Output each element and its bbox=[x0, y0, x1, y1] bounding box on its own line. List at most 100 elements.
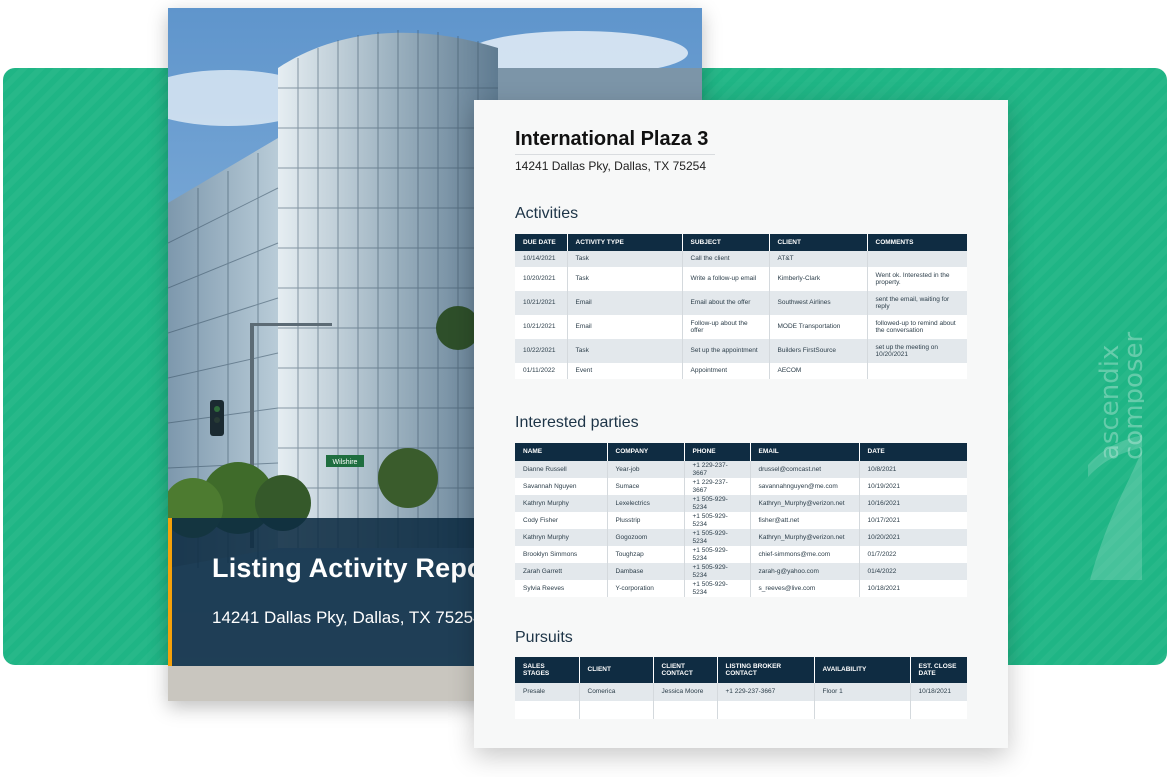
column-header: DUE DATE bbox=[515, 234, 568, 251]
report-page: International Plaza 3 14241 Dallas Pky, … bbox=[474, 100, 1008, 748]
table-row: Sylvia Reeves Y-corporation +1 505-929-5… bbox=[515, 580, 967, 597]
column-header: EMAIL bbox=[750, 443, 860, 461]
table-cell: Savannah Nguyen bbox=[515, 478, 608, 495]
cover-address: 14241 Dallas Pky, Dallas, TX 75254 bbox=[212, 608, 483, 627]
table-row: 10/20/2021 Task Write a follow-up email … bbox=[515, 267, 967, 291]
cover-accent-bar bbox=[168, 518, 172, 666]
table-cell: chief-simmons@me.com bbox=[750, 546, 860, 563]
table-cell: Builders FirstSource bbox=[769, 339, 868, 363]
column-header: NAME bbox=[515, 443, 608, 461]
table-cell: 10/21/2021 bbox=[515, 315, 568, 339]
table-cell: zarah-g@yahoo.com bbox=[750, 563, 860, 580]
activities-table: DUE DATE ACTIVITY TYPE SUBJECT CLIENT CO… bbox=[515, 234, 967, 379]
table-cell: 01/11/2022 bbox=[515, 363, 568, 379]
table-cell: 10/20/2021 bbox=[859, 529, 967, 546]
brand-line-2: composer bbox=[1119, 332, 1144, 460]
table-cell bbox=[653, 701, 718, 719]
table-cell: Event bbox=[567, 363, 683, 379]
table-header-row: NAME COMPANY PHONE EMAIL DATE bbox=[515, 443, 967, 461]
property-address: 14241 Dallas Pky, Dallas, TX 75254 bbox=[515, 159, 706, 173]
table-cell: s_reeves@live.com bbox=[750, 580, 860, 597]
table-cell: +1 505-929-5234 bbox=[684, 580, 751, 597]
table-cell: 01/4/2022 bbox=[859, 563, 967, 580]
table-cell: Jessica Moore bbox=[653, 683, 718, 701]
table-cell: 10/20/2021 bbox=[515, 267, 568, 291]
table-cell: Set up the appointment bbox=[682, 339, 770, 363]
table-cell: followed-up to remind about the conversa… bbox=[867, 315, 967, 339]
table-cell: 10/14/2021 bbox=[515, 251, 568, 267]
brand-logo: ascendix composer bbox=[1088, 332, 1144, 580]
table-cell: +1 505-929-5234 bbox=[684, 563, 751, 580]
table-cell: +1 505-929-5234 bbox=[684, 529, 751, 546]
table-cell: Zarah Garrett bbox=[515, 563, 608, 580]
table-cell: sent the email, waiting for reply bbox=[867, 291, 967, 315]
table-cell: Lexelectrics bbox=[607, 495, 685, 512]
cover-title: Listing Activity Report bbox=[212, 553, 504, 583]
table-cell: MODE Transportation bbox=[769, 315, 868, 339]
table-cell bbox=[579, 701, 654, 719]
table-cell: Email about the offer bbox=[682, 291, 770, 315]
table-row: Savannah Nguyen Sumace +1 229-237-3667 s… bbox=[515, 478, 967, 495]
table-cell: Kathryn Murphy bbox=[515, 495, 608, 512]
table-cell: Follow-up about the offer bbox=[682, 315, 770, 339]
table-row: 10/22/2021 Task Set up the appointment B… bbox=[515, 339, 967, 363]
table-cell: Kathryn_Murphy@verizon.net bbox=[750, 495, 860, 512]
table-cell bbox=[717, 701, 815, 719]
column-header: CLIENT bbox=[579, 657, 654, 683]
table-cell: Presale bbox=[515, 683, 580, 701]
table-cell: Dianne Russell bbox=[515, 461, 608, 478]
table-cell bbox=[867, 363, 967, 379]
table-row: 10/21/2021 Email Email about the offer S… bbox=[515, 291, 967, 315]
table-row: Cody Fisher Plusstrip +1 505-929-5234 fi… bbox=[515, 512, 967, 529]
table-cell: +1 229-237-3667 bbox=[684, 461, 751, 478]
table-cell: Went ok. Interested in the property. bbox=[867, 267, 967, 291]
table-cell: fisher@att.net bbox=[750, 512, 860, 529]
table-cell: Brooklyn Simmons bbox=[515, 546, 608, 563]
column-header: COMMENTS bbox=[867, 234, 967, 251]
table-cell: +1 505-929-5234 bbox=[684, 546, 751, 563]
table-cell: 01/7/2022 bbox=[859, 546, 967, 563]
interested-parties-heading: Interested parties bbox=[515, 414, 639, 431]
table-cell: Email bbox=[567, 315, 683, 339]
property-title: International Plaza 3 bbox=[515, 128, 709, 150]
table-cell: Dambase bbox=[607, 563, 685, 580]
column-header: SALES STAGES bbox=[515, 657, 580, 683]
table-row: Brooklyn Simmons Toughzap +1 505-929-523… bbox=[515, 546, 967, 563]
table-row: Kathryn Murphy Gogozoom +1 505-929-5234 … bbox=[515, 529, 967, 546]
column-header: CLIENT CONTACT bbox=[653, 657, 718, 683]
title-divider bbox=[515, 154, 715, 155]
column-header: ACTIVITY TYPE bbox=[567, 234, 683, 251]
column-header: SUBJECT bbox=[682, 234, 770, 251]
table-row bbox=[515, 701, 967, 719]
table-cell: 10/18/2021 bbox=[910, 683, 967, 701]
table-cell: Year-job bbox=[607, 461, 685, 478]
table-row: Presale Comerica Jessica Moore +1 229-23… bbox=[515, 683, 967, 701]
table-header-row: DUE DATE ACTIVITY TYPE SUBJECT CLIENT CO… bbox=[515, 234, 967, 251]
street-sign: Wilshire bbox=[333, 459, 358, 466]
table-header-row: SALES STAGES CLIENT CLIENT CONTACT LISTI… bbox=[515, 657, 967, 683]
table-cell: Plusstrip bbox=[607, 512, 685, 529]
column-header: COMPANY bbox=[607, 443, 685, 461]
pursuits-heading: Pursuits bbox=[515, 629, 573, 646]
table-cell: AECOM bbox=[769, 363, 868, 379]
table-cell: drussel@comcast.net bbox=[750, 461, 860, 478]
table-cell: Write a follow-up email bbox=[682, 267, 770, 291]
table-cell: 10/16/2021 bbox=[859, 495, 967, 512]
column-header: PHONE bbox=[684, 443, 751, 461]
table-cell: +1 505-929-5234 bbox=[684, 495, 751, 512]
table-cell bbox=[814, 701, 911, 719]
table-cell: Task bbox=[567, 267, 683, 291]
table-cell: Y-corporation bbox=[607, 580, 685, 597]
table-cell: Sumace bbox=[607, 478, 685, 495]
table-row: Dianne Russell Year-job +1 229-237-3667 … bbox=[515, 461, 967, 478]
table-cell: savannahnguyen@me.com bbox=[750, 478, 860, 495]
table-cell: Southwest Airlines bbox=[769, 291, 868, 315]
column-header: AVAILABILITY bbox=[814, 657, 911, 683]
column-header: CLIENT bbox=[769, 234, 868, 251]
table-cell: 10/8/2021 bbox=[859, 461, 967, 478]
column-header: DATE bbox=[859, 443, 967, 461]
table-cell: +1 505-929-5234 bbox=[684, 512, 751, 529]
table-cell: Gogozoom bbox=[607, 529, 685, 546]
table-cell: 10/17/2021 bbox=[859, 512, 967, 529]
table-cell: Call the client bbox=[682, 251, 770, 267]
